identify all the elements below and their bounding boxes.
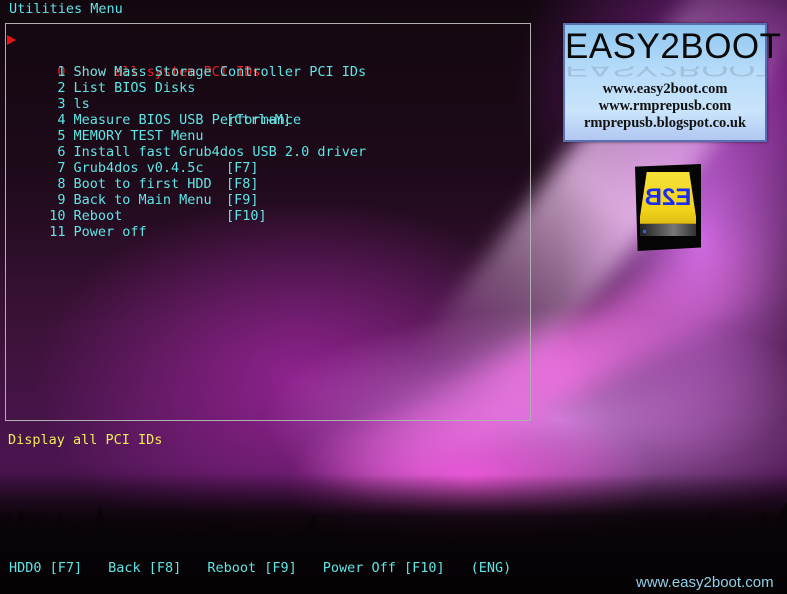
footer-power-off-f10[interactable]: Power Off [F10]	[323, 560, 445, 576]
logo-title-reflection: EASY2BOOT	[565, 66, 765, 78]
drive-led-icon	[643, 230, 646, 233]
footer-hdd0-f7[interactable]: HDD0 [F7]	[9, 560, 82, 576]
logo-links: www.easy2boot.com www.rmprepusb.com rmpr…	[565, 81, 765, 132]
footer-back-f8[interactable]: Back [F8]	[108, 560, 181, 576]
menu-title: Utilities Menu	[9, 1, 123, 17]
menu-item-show-all-pci-ids[interactable]: 0 Show all system PCI IDs	[7, 32, 366, 80]
menu-item-back-main-menu[interactable]: 9 Back to Main Menu [F8]	[8, 176, 366, 208]
menu-item-label: Power off	[73, 224, 147, 240]
website-label: www.easy2boot.com	[636, 574, 774, 591]
menu-item-hotkey: [F7]	[226, 160, 259, 176]
menu-item-hotkey: [F8]	[226, 176, 259, 192]
e2b-drive-icon: E2B	[635, 164, 701, 251]
menu-item-hotkey: [F10]	[226, 208, 267, 224]
logo-link: www.easy2boot.com	[602, 81, 728, 97]
drive-body: E2B	[640, 172, 696, 236]
menu-item-install-usb-driver[interactable]: 6 Install fast Grub4dos USB 2.0 driver	[8, 128, 366, 160]
logo-link: rmprepusb.blogspot.co.uk	[583, 115, 747, 131]
footer-reboot-f9[interactable]: Reboot [F9]	[207, 560, 296, 576]
menu-item-grub4dos-version[interactable]: 7 Grub4dos v0.4.5c	[8, 144, 366, 176]
help-text: Display all PCI IDs	[8, 432, 163, 448]
menu-item-number: 11	[49, 224, 66, 240]
easy2boot-logo-panel: EASY2BOOT EASY2BOOT www.easy2boot.com ww…	[563, 23, 782, 142]
menu-item-reboot[interactable]: 10 Reboot [F9]	[8, 192, 366, 224]
logo-title: EASY2BOOT	[565, 27, 782, 66]
menu-item-mass-storage-pci-ids[interactable]: 1 Show Mass Storage Controller PCI IDs	[8, 48, 366, 80]
menu-item-ls[interactable]: 3 ls	[8, 80, 366, 112]
selection-arrow-icon	[7, 35, 16, 45]
drive-slot	[640, 223, 696, 236]
footer-hotkey-bar: HDD0 [F7] Back [F8] Reboot [F9] Power Off […	[9, 560, 537, 576]
footer-keyboard-layout: (ENG)	[470, 560, 512, 576]
logo-link: www.rmprepusb.com	[598, 98, 732, 114]
menu-item-boot-first-hdd[interactable]: 8 Boot to first HDD [F7]	[8, 160, 366, 192]
menu-item-list-bios-disks[interactable]: 2 List BIOS Disks	[8, 64, 366, 96]
menu-item-power-off[interactable]: 11 Power off [F10]	[8, 208, 366, 240]
drive-label: E2B	[644, 184, 692, 211]
menu-item-hotkey: [Ctrl+M]	[226, 112, 292, 128]
menu-item-measure-usb-performance[interactable]: 4 Measure BIOS USB Performance	[8, 96, 366, 128]
menu-item-memory-test[interactable]: 5 MEMORY TEST Menu [Ctrl+M]	[8, 112, 366, 144]
menu-item-hotkey: [F9]	[226, 192, 259, 208]
menu-list: 0 Show all system PCI IDs 1 Show Mass Stor…	[7, 32, 366, 240]
